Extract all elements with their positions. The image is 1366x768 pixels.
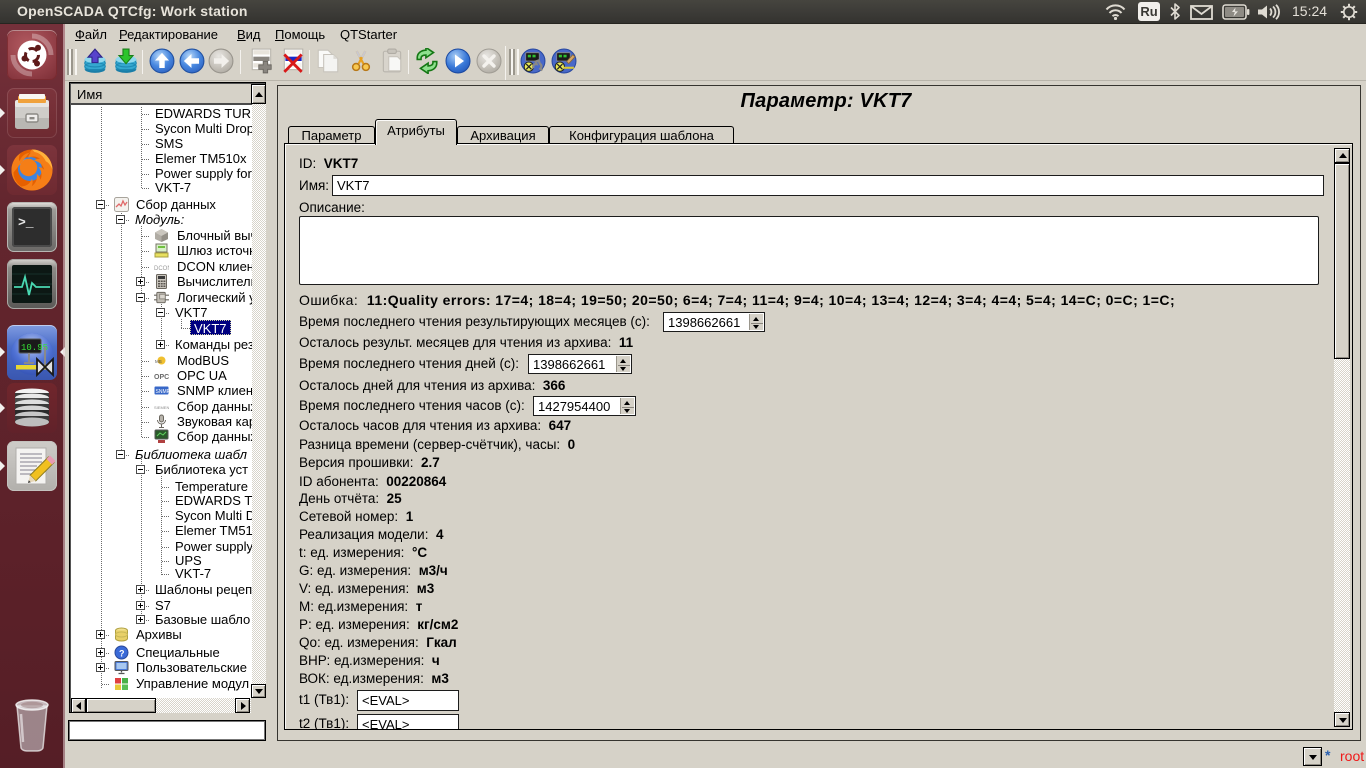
svg-text:SIEMENS: SIEMENS xyxy=(154,405,169,410)
svg-text:MB: MB xyxy=(155,359,162,364)
svg-text:SNMP: SNMP xyxy=(156,389,170,395)
svg-text:DCON: DCON xyxy=(154,266,169,272)
svg-text:10.95: 10.95 xyxy=(21,343,48,353)
svg-text:OPC: OPC xyxy=(154,374,169,381)
svg-text:?: ? xyxy=(119,649,125,659)
